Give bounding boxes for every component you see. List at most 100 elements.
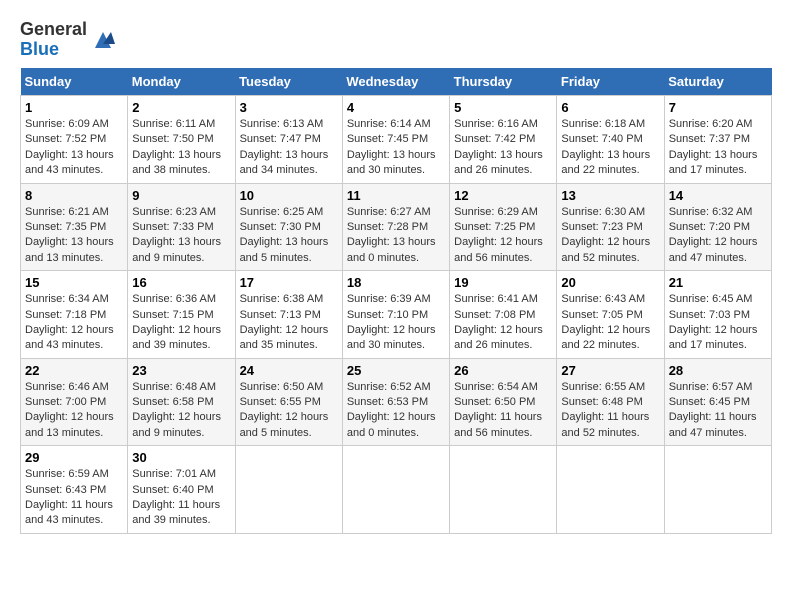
- sunrise-label: Sunrise: 6:18 AM: [561, 118, 645, 130]
- sunrise-label: Sunrise: 6:52 AM: [347, 381, 431, 393]
- calendar-cell: 19 Sunrise: 6:41 AM Sunset: 7:08 PM Dayl…: [450, 271, 557, 359]
- daylight-label: Daylight: 12 hours and 0 minutes.: [347, 411, 436, 438]
- day-number: 21: [669, 275, 767, 290]
- daylight-label: Daylight: 12 hours and 26 minutes.: [454, 324, 543, 351]
- day-number: 3: [240, 100, 338, 115]
- calendar-cell: 24 Sunrise: 6:50 AM Sunset: 6:55 PM Dayl…: [235, 358, 342, 446]
- daylight-label: Daylight: 13 hours and 26 minutes.: [454, 149, 543, 176]
- sunrise-label: Sunrise: 6:38 AM: [240, 293, 324, 305]
- sunrise-label: Sunrise: 6:59 AM: [25, 468, 109, 480]
- daylight-label: Daylight: 11 hours and 52 minutes.: [561, 411, 649, 438]
- day-info: Sunrise: 6:21 AM Sunset: 7:35 PM Dayligh…: [25, 205, 123, 267]
- calendar-cell: 29 Sunrise: 6:59 AM Sunset: 6:43 PM Dayl…: [21, 446, 128, 534]
- day-number: 11: [347, 188, 445, 203]
- day-number: 12: [454, 188, 552, 203]
- daylight-label: Daylight: 13 hours and 43 minutes.: [25, 149, 114, 176]
- sunset-label: Sunset: 6:40 PM: [132, 484, 213, 496]
- day-number: 20: [561, 275, 659, 290]
- sunrise-label: Sunrise: 6:09 AM: [25, 118, 109, 130]
- sunset-label: Sunset: 6:48 PM: [561, 396, 642, 408]
- day-number: 17: [240, 275, 338, 290]
- sunset-label: Sunset: 7:08 PM: [454, 309, 535, 321]
- day-info: Sunrise: 6:20 AM Sunset: 7:37 PM Dayligh…: [669, 117, 767, 179]
- sunrise-label: Sunrise: 6:23 AM: [132, 206, 216, 218]
- sunset-label: Sunset: 6:58 PM: [132, 396, 213, 408]
- sunset-label: Sunset: 7:03 PM: [669, 309, 750, 321]
- sunrise-label: Sunrise: 6:46 AM: [25, 381, 109, 393]
- week-row-3: 15 Sunrise: 6:34 AM Sunset: 7:18 PM Dayl…: [21, 271, 772, 359]
- sunset-label: Sunset: 7:00 PM: [25, 396, 106, 408]
- sunset-label: Sunset: 7:20 PM: [669, 221, 750, 233]
- calendar-cell: 9 Sunrise: 6:23 AM Sunset: 7:33 PM Dayli…: [128, 183, 235, 271]
- logo-blue: Blue: [20, 39, 59, 59]
- sunset-label: Sunset: 6:50 PM: [454, 396, 535, 408]
- daylight-label: Daylight: 12 hours and 30 minutes.: [347, 324, 436, 351]
- day-info: Sunrise: 6:38 AM Sunset: 7:13 PM Dayligh…: [240, 292, 338, 354]
- calendar-cell: 3 Sunrise: 6:13 AM Sunset: 7:47 PM Dayli…: [235, 96, 342, 184]
- logo-general: General: [20, 19, 87, 39]
- sunrise-label: Sunrise: 6:55 AM: [561, 381, 645, 393]
- day-info: Sunrise: 6:34 AM Sunset: 7:18 PM Dayligh…: [25, 292, 123, 354]
- sunset-label: Sunset: 6:53 PM: [347, 396, 428, 408]
- sunset-label: Sunset: 7:37 PM: [669, 133, 750, 145]
- weekday-header-thursday: Thursday: [450, 68, 557, 96]
- calendar-cell: 17 Sunrise: 6:38 AM Sunset: 7:13 PM Dayl…: [235, 271, 342, 359]
- calendar-cell: 15 Sunrise: 6:34 AM Sunset: 7:18 PM Dayl…: [21, 271, 128, 359]
- calendar-cell: 10 Sunrise: 6:25 AM Sunset: 7:30 PM Dayl…: [235, 183, 342, 271]
- day-number: 23: [132, 363, 230, 378]
- sunset-label: Sunset: 7:45 PM: [347, 133, 428, 145]
- week-row-5: 29 Sunrise: 6:59 AM Sunset: 6:43 PM Dayl…: [21, 446, 772, 534]
- sunset-label: Sunset: 7:13 PM: [240, 309, 321, 321]
- calendar-cell: 23 Sunrise: 6:48 AM Sunset: 6:58 PM Dayl…: [128, 358, 235, 446]
- day-info: Sunrise: 6:43 AM Sunset: 7:05 PM Dayligh…: [561, 292, 659, 354]
- day-info: Sunrise: 6:11 AM Sunset: 7:50 PM Dayligh…: [132, 117, 230, 179]
- week-row-4: 22 Sunrise: 6:46 AM Sunset: 7:00 PM Dayl…: [21, 358, 772, 446]
- header: General Blue: [20, 20, 772, 60]
- daylight-label: Daylight: 13 hours and 34 minutes.: [240, 149, 329, 176]
- day-info: Sunrise: 7:01 AM Sunset: 6:40 PM Dayligh…: [132, 467, 230, 529]
- calendar-cell: 7 Sunrise: 6:20 AM Sunset: 7:37 PM Dayli…: [664, 96, 771, 184]
- logo: General Blue: [20, 20, 115, 60]
- daylight-label: Daylight: 12 hours and 13 minutes.: [25, 411, 114, 438]
- calendar-cell: [450, 446, 557, 534]
- daylight-label: Daylight: 11 hours and 56 minutes.: [454, 411, 542, 438]
- day-number: 24: [240, 363, 338, 378]
- day-number: 16: [132, 275, 230, 290]
- day-info: Sunrise: 6:16 AM Sunset: 7:42 PM Dayligh…: [454, 117, 552, 179]
- daylight-label: Daylight: 12 hours and 9 minutes.: [132, 411, 221, 438]
- sunset-label: Sunset: 7:23 PM: [561, 221, 642, 233]
- sunset-label: Sunset: 7:10 PM: [347, 309, 428, 321]
- calendar-table: SundayMondayTuesdayWednesdayThursdayFrid…: [20, 68, 772, 534]
- sunrise-label: Sunrise: 6:57 AM: [669, 381, 753, 393]
- day-info: Sunrise: 6:45 AM Sunset: 7:03 PM Dayligh…: [669, 292, 767, 354]
- day-number: 14: [669, 188, 767, 203]
- day-info: Sunrise: 6:30 AM Sunset: 7:23 PM Dayligh…: [561, 205, 659, 267]
- calendar-cell: 6 Sunrise: 6:18 AM Sunset: 7:40 PM Dayli…: [557, 96, 664, 184]
- sunrise-label: Sunrise: 6:32 AM: [669, 206, 753, 218]
- calendar-cell: 16 Sunrise: 6:36 AM Sunset: 7:15 PM Dayl…: [128, 271, 235, 359]
- day-number: 5: [454, 100, 552, 115]
- weekday-header-saturday: Saturday: [664, 68, 771, 96]
- sunrise-label: Sunrise: 7:01 AM: [132, 468, 216, 480]
- sunrise-label: Sunrise: 6:14 AM: [347, 118, 431, 130]
- sunrise-label: Sunrise: 6:21 AM: [25, 206, 109, 218]
- day-number: 8: [25, 188, 123, 203]
- daylight-label: Daylight: 12 hours and 35 minutes.: [240, 324, 329, 351]
- daylight-label: Daylight: 11 hours and 39 minutes.: [132, 499, 220, 526]
- day-number: 15: [25, 275, 123, 290]
- daylight-label: Daylight: 12 hours and 39 minutes.: [132, 324, 221, 351]
- sunrise-label: Sunrise: 6:11 AM: [132, 118, 215, 130]
- weekday-header-row: SundayMondayTuesdayWednesdayThursdayFrid…: [21, 68, 772, 96]
- daylight-label: Daylight: 13 hours and 5 minutes.: [240, 236, 329, 263]
- calendar-cell: 14 Sunrise: 6:32 AM Sunset: 7:20 PM Dayl…: [664, 183, 771, 271]
- calendar-cell: [664, 446, 771, 534]
- sunset-label: Sunset: 7:40 PM: [561, 133, 642, 145]
- calendar-cell: 28 Sunrise: 6:57 AM Sunset: 6:45 PM Dayl…: [664, 358, 771, 446]
- day-info: Sunrise: 6:55 AM Sunset: 6:48 PM Dayligh…: [561, 380, 659, 442]
- daylight-label: Daylight: 12 hours and 43 minutes.: [25, 324, 114, 351]
- calendar-cell: 5 Sunrise: 6:16 AM Sunset: 7:42 PM Dayli…: [450, 96, 557, 184]
- sunrise-label: Sunrise: 6:43 AM: [561, 293, 645, 305]
- daylight-label: Daylight: 12 hours and 5 minutes.: [240, 411, 329, 438]
- calendar-cell: 21 Sunrise: 6:45 AM Sunset: 7:03 PM Dayl…: [664, 271, 771, 359]
- day-number: 9: [132, 188, 230, 203]
